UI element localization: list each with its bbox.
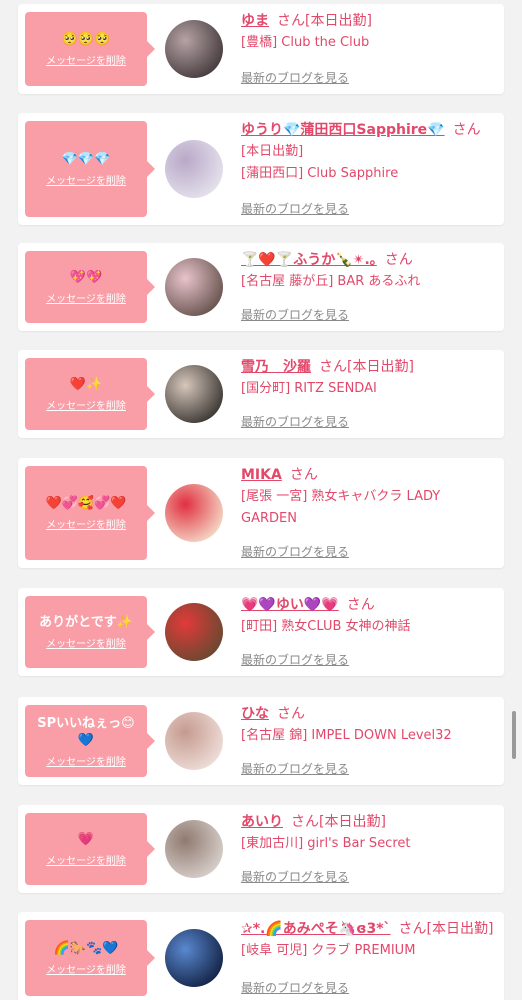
cast-name-link[interactable]: MIKA — [241, 467, 282, 483]
message-text: 💎💎💎 — [61, 152, 111, 167]
avatar[interactable] — [165, 140, 223, 198]
latest-blog-link[interactable]: 最新のブログを見る — [241, 543, 349, 560]
honorific: さん — [289, 467, 318, 483]
shop-name: [名古屋 藤が丘] BAR あるふれ — [241, 274, 421, 289]
delete-message-link[interactable]: メッセージを削除 — [46, 397, 126, 412]
latest-blog-link[interactable]: 最新のブログを見る — [241, 760, 349, 777]
avatar[interactable] — [165, 20, 223, 78]
latest-blog-link[interactable]: 最新のブログを見る — [241, 69, 349, 86]
cast-name-link[interactable]: ゆうり💎蒲田西口Sapphire💎 — [241, 122, 445, 138]
latest-blog-link[interactable]: 最新のブログを見る — [241, 868, 349, 885]
delete-message-link[interactable]: メッセージを削除 — [46, 172, 126, 187]
message-text: 💗 — [77, 832, 95, 847]
shop-name: [岐阜 可児] クラブ PREMIUM — [241, 943, 416, 958]
list-item: 💖💖 メッセージを削除 🍸❤️🍸ふうか🍾✴︎.｡ さん [名古屋 藤が丘] BAR… — [18, 243, 504, 331]
list-item: 🌈🐎🐾💙 メッセージを削除 ✰*.🌈あみぺそ🦄ɞ3*ˋ さん[本日出勤] [岐阜 … — [18, 912, 504, 1000]
avatar[interactable] — [165, 820, 223, 878]
message-text: ❤️💞🥰💞❤️ — [45, 496, 127, 511]
delete-message-link[interactable]: メッセージを削除 — [46, 852, 126, 867]
shop-name: [国分町] RITZ SENDAI — [241, 381, 377, 396]
status-badge: [本日出勤] — [319, 814, 386, 830]
status-badge: [本日出勤] — [426, 921, 494, 937]
list-item: 🥺🥺🥺 メッセージを削除 ゆま さん[本日出勤] [豊橋] Club the Cl… — [18, 4, 504, 94]
list-item: ❤️💞🥰💞❤️ メッセージを削除 MIKA さん [尾張 一宮] 熟女キャバクラ … — [18, 458, 504, 568]
honorific: さん — [452, 122, 481, 138]
message-text: 🌈🐎🐾💙 — [53, 941, 119, 956]
message-text: 🥺🥺🥺 — [61, 32, 111, 47]
cast-name-link[interactable]: ゆま — [241, 13, 269, 29]
list-item: SPいいねぇっ😊💙 メッセージを削除 ひな さん [名古屋 錦] IMPEL DO… — [18, 697, 504, 785]
honorific: さん — [291, 814, 319, 830]
scrollbar[interactable] — [512, 711, 516, 759]
latest-blog-link[interactable]: 最新のブログを見る — [241, 306, 349, 323]
honorific: さん — [398, 921, 427, 937]
cast-name-link[interactable]: 💗💜ゆい💜💗 — [241, 597, 339, 613]
cast-name-link[interactable]: 雪乃 沙羅 — [241, 359, 311, 375]
cast-name-link[interactable]: ひな — [241, 706, 269, 722]
avatar[interactable] — [165, 484, 223, 542]
status-badge: [本日出勤] — [241, 144, 304, 159]
message-bubble: 💗 メッセージを削除 — [25, 813, 155, 885]
message-bubble: 💎💎💎 メッセージを削除 — [25, 121, 155, 217]
cast-name-link[interactable]: ✰*.🌈あみぺそ🦄ɞ3*ˋ — [241, 921, 391, 937]
shop-name: [町田] 熟女CLUB 女神の神話 — [241, 619, 411, 634]
latest-blog-link[interactable]: 最新のブログを見る — [241, 200, 349, 217]
honorific: さん — [319, 359, 347, 375]
delete-message-link[interactable]: メッセージを削除 — [46, 753, 126, 768]
shop-name: [東加古川] girl's Bar Secret — [241, 836, 411, 851]
honorific: さん — [277, 13, 305, 29]
latest-blog-link[interactable]: 最新のブログを見る — [241, 413, 349, 430]
avatar[interactable] — [165, 712, 223, 770]
honorific: さん — [346, 597, 375, 613]
message-list: 🥺🥺🥺 メッセージを削除 ゆま さん[本日出勤] [豊橋] Club the Cl… — [0, 0, 522, 1000]
avatar[interactable] — [165, 365, 223, 423]
avatar[interactable] — [165, 603, 223, 661]
honorific: さん — [277, 706, 305, 722]
delete-message-link[interactable]: メッセージを削除 — [46, 516, 126, 531]
shop-name: [尾張 一宮] 熟女キャバクラ LADY GARDEN — [241, 489, 441, 526]
status-badge: [本日出勤] — [305, 13, 372, 29]
message-text: ありがとです✨ — [39, 615, 133, 630]
latest-blog-link[interactable]: 最新のブログを見る — [241, 979, 349, 996]
message-text: SPいいねぇっ😊💙 — [37, 715, 135, 748]
shop-name: [名古屋 錦] IMPEL DOWN Level32 — [241, 728, 452, 743]
message-bubble: ありがとです✨ メッセージを削除 — [25, 596, 155, 668]
status-badge: [本日出勤] — [347, 359, 414, 375]
cast-name-link[interactable]: あいり — [241, 814, 283, 830]
delete-message-link[interactable]: メッセージを削除 — [46, 52, 126, 67]
delete-message-link[interactable]: メッセージを削除 — [46, 290, 126, 305]
honorific: さん — [384, 252, 413, 268]
message-bubble: SPいいねぇっ😊💙 メッセージを削除 — [25, 705, 155, 777]
message-bubble: 💖💖 メッセージを削除 — [25, 251, 155, 323]
message-bubble: 🌈🐎🐾💙 メッセージを削除 — [25, 920, 155, 996]
message-text: ❤️✨ — [69, 377, 103, 392]
list-item: ありがとです✨ メッセージを削除 💗💜ゆい💜💗 さん [町田] 熟女CLUB 女神… — [18, 588, 504, 676]
latest-blog-link[interactable]: 最新のブログを見る — [241, 651, 349, 668]
list-item: 💎💎💎 メッセージを削除 ゆうり💎蒲田西口Sapphire💎 さん [本日出勤] … — [18, 113, 504, 225]
list-item: ❤️✨ メッセージを削除 雪乃 沙羅 さん[本日出勤] [国分町] RITZ SE… — [18, 350, 504, 438]
avatar[interactable] — [165, 258, 223, 316]
list-item: 💗 メッセージを削除 あいり さん[本日出勤] [東加古川] girl's Bar… — [18, 805, 504, 893]
message-text: 💖💖 — [69, 270, 103, 285]
message-bubble: ❤️💞🥰💞❤️ メッセージを削除 — [25, 466, 155, 560]
delete-message-link[interactable]: メッセージを削除 — [46, 961, 126, 976]
message-bubble: 🥺🥺🥺 メッセージを削除 — [25, 12, 155, 86]
avatar[interactable] — [165, 929, 223, 987]
shop-name: [蒲田西口] Club Sapphire — [241, 166, 399, 181]
shop-name: [豊橋] Club the Club — [241, 35, 370, 50]
delete-message-link[interactable]: メッセージを削除 — [46, 635, 126, 650]
message-bubble: ❤️✨ メッセージを削除 — [25, 358, 155, 430]
cast-name-link[interactable]: 🍸❤️🍸ふうか🍾✴︎.｡ — [241, 252, 377, 268]
